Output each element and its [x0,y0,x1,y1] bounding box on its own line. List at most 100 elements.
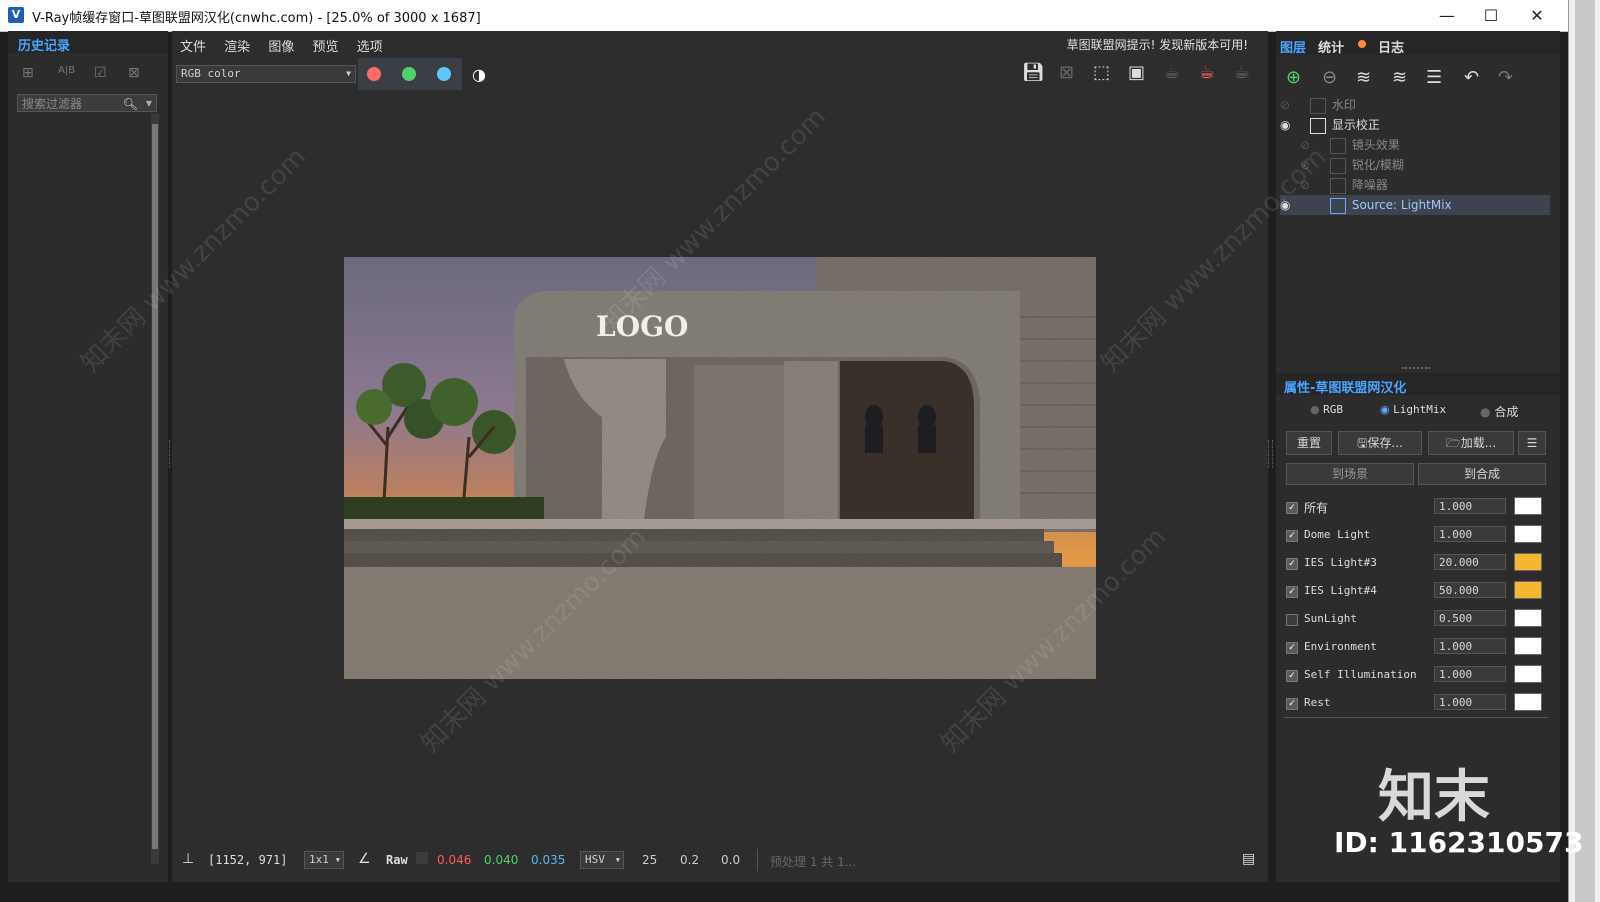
folder-icon: 🗁︎ [1445,436,1461,450]
tree-item-lightmix[interactable]: ◉ Source: LightMix [1280,195,1550,215]
lightmix-intensity-input[interactable]: 20.000 [1434,554,1506,570]
load-layers-icon[interactable]: ≋ [1392,67,1407,88]
visibility-off-icon[interactable]: ⊘ [1300,175,1326,195]
panel-splitter-handle[interactable] [1402,367,1430,369]
lightmix-value: 1.000 [1439,500,1473,513]
lightmix-intensity-input[interactable]: 1.000 [1434,694,1506,710]
tree-item-denoiser[interactable]: ⊘ 降噪器 [1280,175,1550,195]
lightmix-color-swatch[interactable] [1514,553,1542,571]
lightmix-color-swatch[interactable] [1514,693,1542,711]
visibility-off-icon[interactable]: ⊘ [1300,135,1326,155]
lightmix-intensity-input[interactable]: 1.000 [1434,498,1506,514]
tab-layers[interactable]: 图层 [1280,37,1306,56]
lightmix-checkbox[interactable]: ✓ [1286,502,1298,514]
lightmix-intensity-input[interactable]: 1.000 [1434,638,1506,654]
to-composite-button[interactable]: 到合成 [1418,463,1546,485]
lightmix-color-swatch[interactable] [1514,665,1542,683]
mode-radio-composite[interactable]: ● 合成 [1480,403,1518,420]
channel-select[interactable]: RGB color ▼ [176,65,356,83]
mode-radio-rgb[interactable]: ● RGB [1310,403,1343,416]
lightmix-menu-button[interactable]: ☰ [1518,431,1546,455]
tree-item-lens-effects[interactable]: ⊘ 镜头效果 [1280,135,1550,155]
lightmix-checkbox[interactable]: ✓ [1286,698,1298,710]
lightmix-checkbox[interactable]: ✓ [1286,558,1298,570]
menu-image[interactable]: 图像 [268,40,294,55]
lightmix-row: ✓ Environment 1.000 [1284,633,1548,661]
lightmix-checkbox[interactable]: ✓ [1286,530,1298,542]
lightmix-intensity-input[interactable]: 0.500 [1434,610,1506,626]
maximize-button[interactable]: ☐ [1468,0,1514,31]
close-button[interactable]: ✕ [1514,0,1560,31]
undo-icon[interactable]: ↶ [1464,67,1479,88]
lightmix-color-swatch[interactable] [1514,609,1542,627]
history-scrollbar[interactable] [151,114,159,864]
remove-layer-icon[interactable]: ⊖ [1322,67,1337,88]
reset-button[interactable]: 重置 [1286,431,1332,455]
curve-icon[interactable]: ∠ [358,851,371,867]
lightmix-color-swatch[interactable] [1514,525,1542,543]
lightmix-color-swatch[interactable] [1514,637,1542,655]
eye-icon[interactable]: ◉ [1280,115,1306,135]
mode-radio-lightmix[interactable]: ◉ LightMix [1380,403,1446,416]
console-icon[interactable]: ▤ [1242,851,1255,867]
tree-item-sharpen-blur[interactable]: ⊘ 锐化/模糊 [1280,155,1550,175]
menu-preview[interactable]: 预览 [312,40,338,55]
right-splitter-handle[interactable] [1268,440,1273,468]
green-channel-toggle[interactable] [402,67,416,81]
region-select-icon[interactable]: ▣ [1128,62,1145,83]
lightmix-checkbox[interactable]: ✓ [1286,670,1298,682]
hue-value: 25 [642,853,658,867]
visibility-off-icon[interactable]: ⊘ [1300,155,1326,175]
lightmix-checkbox[interactable] [1286,614,1298,626]
blue-channel-toggle[interactable] [437,67,451,81]
menu-options[interactable]: 选项 [357,40,383,55]
tab-stats[interactable]: 统计 [1318,37,1344,56]
lightmix-color-swatch[interactable] [1514,497,1542,515]
add-layer-icon[interactable]: ⊕ [1286,67,1301,88]
lightmix-checkbox[interactable]: ✓ [1286,642,1298,654]
history-scroll-thumb[interactable] [152,124,158,849]
to-scene-button[interactable]: 到场景 [1286,463,1414,485]
history-search-input[interactable]: 搜索过滤器 🔍︎ ▼ [17,94,157,112]
tab-log[interactable]: 日志 [1378,37,1404,56]
zoom-select[interactable]: 1x1 ▼ [304,851,344,869]
delete-history-icon[interactable]: ⊠ [128,65,140,81]
red-channel-toggle[interactable] [367,67,381,81]
save-layers-icon[interactable]: ≋ [1356,67,1371,88]
lightmix-intensity-input[interactable]: 1.000 [1434,666,1506,682]
ab-compare-icon[interactable]: A|B [58,65,75,76]
tree-item-label: Source: LightMix [1351,198,1452,212]
lightmix-intensity-input[interactable]: 50.000 [1434,582,1506,598]
save-button[interactable]: 🖫︎保存... [1338,431,1422,455]
chevron-down-icon: ▼ [335,856,340,864]
menu-file[interactable]: 文件 [180,40,206,55]
tree-item-display-correction[interactable]: ◉ 显示校正 [1280,115,1550,135]
menu-render[interactable]: 渲染 [224,40,250,55]
render-interactive-icon[interactable]: ☕︎ [1234,62,1250,83]
eye-icon[interactable]: ◉ [1280,195,1326,215]
redo-icon[interactable]: ↷ [1498,67,1513,88]
layer-menu-icon[interactable]: ☰ [1426,67,1442,88]
lightmix-intensity-input[interactable]: 1.000 [1434,526,1506,542]
clear-image-icon[interactable]: ⊠ [1059,62,1074,83]
region-render-icon[interactable]: ⬚ [1093,62,1110,83]
history-tab[interactable]: 历史记录 [18,35,70,54]
lightmix-checkbox[interactable]: ✓ [1286,586,1298,598]
render-image[interactable]: LOGO [344,257,1096,679]
tree-item-watermark[interactable]: ⊘ 水印 [1280,95,1550,115]
visibility-off-icon[interactable]: ⊘ [1280,95,1306,115]
stop-render-icon[interactable]: ☕︎ [1199,62,1215,83]
update-notice[interactable]: 草图联盟网提示! 发现新版本可用! [1067,36,1248,53]
load-button[interactable]: 🗁︎加载... [1428,431,1514,455]
lightmix-color-swatch[interactable] [1514,581,1542,599]
save-history-icon[interactable]: ⊞ [22,65,34,81]
render-last-icon[interactable]: ☕︎ [1164,62,1180,83]
minimize-button[interactable]: — [1424,0,1470,31]
color-space-select[interactable]: HSV ▼ [580,851,624,869]
pin-icon[interactable]: ⊥ [182,851,194,867]
lightmix-row: ✓ Self Illumination 1.000 [1284,661,1548,689]
load-history-icon[interactable]: ☑ [94,65,107,81]
raw-mode-label[interactable]: Raw [386,853,408,867]
alpha-channel-icon[interactable]: ◑ [472,65,486,84]
save-image-icon[interactable]: 💾︎ [1022,62,1045,83]
